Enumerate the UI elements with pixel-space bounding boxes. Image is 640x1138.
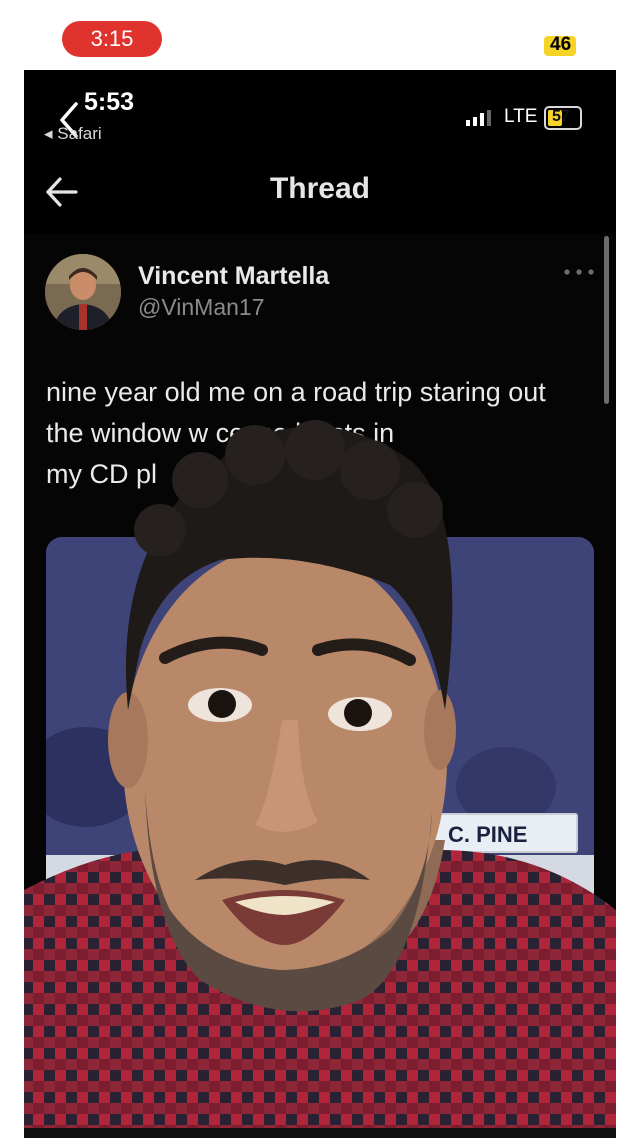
signal-bars-icon: [466, 110, 491, 126]
creator-overlay: [24, 420, 616, 1128]
back-to-app-link[interactable]: ◂ Safari: [44, 124, 102, 144]
more-horizontal-icon[interactable]: [562, 264, 596, 280]
battery-icon: 57: [544, 106, 582, 130]
device-battery-level: 46: [550, 34, 572, 55]
status-time: 5:53: [84, 88, 135, 116]
network-label: LTE: [504, 106, 538, 127]
back-app-label: Safari: [57, 124, 102, 143]
battery-level: 57: [552, 108, 570, 125]
thread-header: Thread: [24, 154, 616, 230]
author-name[interactable]: Vincent Martella: [138, 262, 329, 291]
bottom-edge: [24, 1128, 616, 1138]
avatar-image: [45, 254, 121, 330]
app-status-bar: 5:53 ◂ Safari LTE 57: [24, 70, 616, 150]
avatar[interactable]: [45, 254, 121, 330]
device-status-bar: 3:15 46: [0, 0, 640, 70]
author-handle[interactable]: @VinMan17: [138, 294, 265, 321]
recording-time: 3:15: [90, 26, 134, 51]
page-title: Thread: [269, 172, 371, 205]
recording-time-pill[interactable]: 3:15: [62, 21, 162, 57]
post-text-line: nine year old me on a road trip staring …: [46, 377, 546, 407]
